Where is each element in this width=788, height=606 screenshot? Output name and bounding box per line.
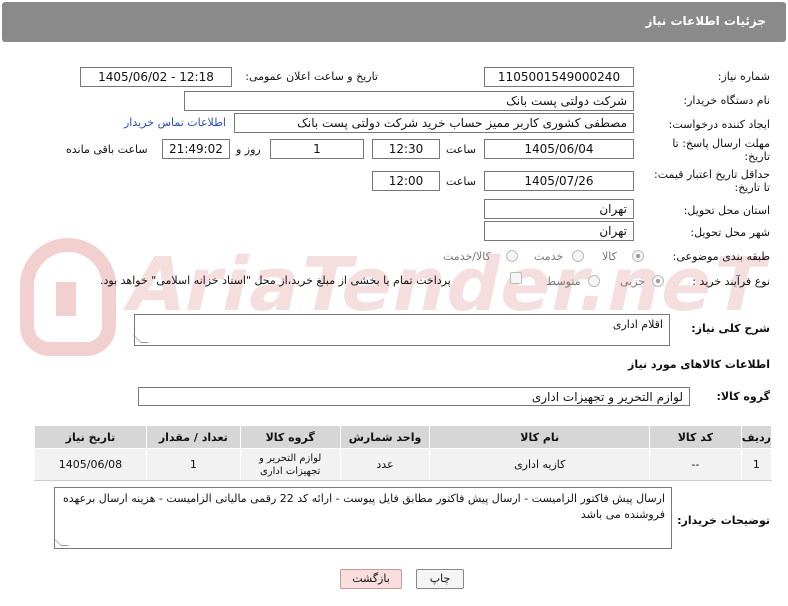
goods-group-field[interactable]: لوازم التحریر و تجهیزات اداری bbox=[138, 387, 690, 406]
resize-handle-icon[interactable] bbox=[133, 335, 149, 343]
remaining-time-field[interactable]: 21:49:02 bbox=[162, 139, 230, 159]
col-header-unit: واحد شمارش bbox=[339, 425, 431, 449]
col-header-date: تاریخ نیاز bbox=[34, 425, 147, 449]
requester-field[interactable]: مصطفی کشوری کاربر ممیز حساب خرید شرکت دو… bbox=[234, 113, 634, 133]
remaining-label: ساعت باقی مانده bbox=[66, 143, 148, 156]
price-valid-label: حداقل تاریخ اعتبار قیمت: bbox=[654, 168, 770, 181]
days-field[interactable]: 1 bbox=[270, 139, 364, 159]
reply-deadline-label: مهلت ارسال پاسخ: تا bbox=[672, 137, 770, 150]
city-label: شهر محل تحویل: bbox=[690, 226, 770, 239]
buyer-contact-link[interactable]: اطلاعات تماس خریدار bbox=[124, 116, 226, 129]
requester-label: ایجاد کننده درخواست: bbox=[668, 118, 770, 131]
category-radio-service[interactable] bbox=[572, 250, 584, 262]
reply-deadline-label-2: تاریخ: bbox=[744, 150, 770, 163]
province-field[interactable]: تهران bbox=[484, 199, 634, 219]
buyer-org-field[interactable]: شرکت دولتی پست بانک bbox=[184, 91, 634, 111]
reply-time-field[interactable]: 12:30 bbox=[372, 139, 440, 159]
col-header-row: ردیف bbox=[740, 425, 773, 449]
reply-date-field[interactable]: 1405/06/04 bbox=[484, 139, 634, 159]
back-button[interactable]: بازگشت bbox=[340, 569, 402, 589]
price-valid-date-field[interactable]: 1405/07/26 bbox=[484, 171, 634, 191]
process-radio-medium[interactable] bbox=[588, 275, 600, 287]
buyer-notes-label: توضیحات خریدار: bbox=[677, 514, 770, 527]
summary-text: اقلام اداری bbox=[612, 318, 663, 331]
page-title: جزئیات اطلاعات نیاز bbox=[645, 14, 766, 28]
process-option-minor: جزیی bbox=[620, 275, 646, 288]
table-header-row: ردیف کد کالا نام کالا واحد شمارش گروه کا… bbox=[34, 425, 773, 449]
col-header-qty: تعداد / مقدار bbox=[145, 425, 241, 449]
province-label: استان محل تحویل: bbox=[683, 204, 770, 217]
col-header-group: گروه کالا bbox=[239, 425, 341, 449]
process-option-medium: متوسط bbox=[546, 275, 581, 288]
price-valid-time-label: ساعت bbox=[446, 175, 476, 188]
col-header-name: نام کالا bbox=[429, 425, 650, 449]
city-field[interactable]: تهران bbox=[484, 221, 634, 241]
cell-group: لوازم التحریر و تجهیزات اداری bbox=[239, 448, 341, 481]
announce-label: تاریخ و ساعت اعلان عمومی: bbox=[245, 70, 378, 83]
days-label: روز و bbox=[236, 143, 261, 156]
buyer-org-label: نام دستگاه خریدار: bbox=[683, 94, 770, 107]
payment-checkbox[interactable] bbox=[510, 272, 522, 284]
summary-label: شرح کلی نیاز: bbox=[691, 322, 770, 335]
cell-qty: 1 bbox=[145, 448, 241, 481]
payment-note: پرداخت تمام یا بخشی از مبلغ خرید،از محل … bbox=[100, 274, 451, 287]
reply-time-label: ساعت bbox=[446, 143, 476, 156]
buyer-notes-textarea[interactable]: ارسال پیش فاکتور الزامیست - ارسال پیش فا… bbox=[53, 487, 672, 549]
buyer-notes-text: ارسال پیش فاکتور الزامیست - ارسال پیش فا… bbox=[63, 492, 665, 521]
category-radio-goods-service[interactable] bbox=[506, 250, 518, 262]
category-option-goods-service: کالا/خدمت bbox=[443, 250, 491, 263]
category-radio-goods[interactable] bbox=[632, 250, 644, 262]
cell-unit: عدد bbox=[339, 448, 431, 481]
category-label: طبقه بندی موضوعی: bbox=[672, 250, 770, 263]
goods-section-title: اطلاعات کالاهای مورد نیاز bbox=[628, 358, 770, 371]
print-button[interactable]: چاپ bbox=[416, 569, 464, 589]
page-header: جزئیات اطلاعات نیاز bbox=[2, 2, 786, 42]
watermark-logo-icon bbox=[20, 238, 116, 356]
need-number-label: شماره نیاز: bbox=[717, 70, 770, 83]
price-valid-time-field[interactable]: 12:00 bbox=[372, 171, 440, 191]
goods-group-label: گروه کالا: bbox=[716, 390, 770, 403]
announce-field[interactable]: 1405/06/02 - 12:18 bbox=[80, 67, 232, 87]
category-option-goods: کالا bbox=[602, 250, 617, 263]
resize-handle-icon[interactable] bbox=[53, 538, 69, 546]
cell-name: کازیه اداری bbox=[429, 448, 650, 481]
price-valid-label-2: تا تاریخ: bbox=[734, 181, 770, 194]
need-number-field[interactable]: 1105001549000240 bbox=[484, 67, 634, 87]
category-option-service: خدمت bbox=[534, 250, 564, 263]
process-label: نوع فرآیند خرید : bbox=[692, 275, 770, 288]
table-row[interactable]: 1 -- کازیه اداری عدد لوازم التحریر و تجه… bbox=[34, 448, 773, 481]
cell-date: 1405/06/08 bbox=[34, 448, 147, 481]
cell-row: 1 bbox=[740, 448, 773, 481]
cell-code: -- bbox=[648, 448, 742, 481]
col-header-code: کد کالا bbox=[648, 425, 742, 449]
process-radio-minor[interactable] bbox=[652, 275, 664, 287]
summary-textarea[interactable]: اقلام اداری bbox=[133, 314, 670, 346]
goods-table: ردیف کد کالا نام کالا واحد شمارش گروه کا… bbox=[34, 425, 773, 481]
